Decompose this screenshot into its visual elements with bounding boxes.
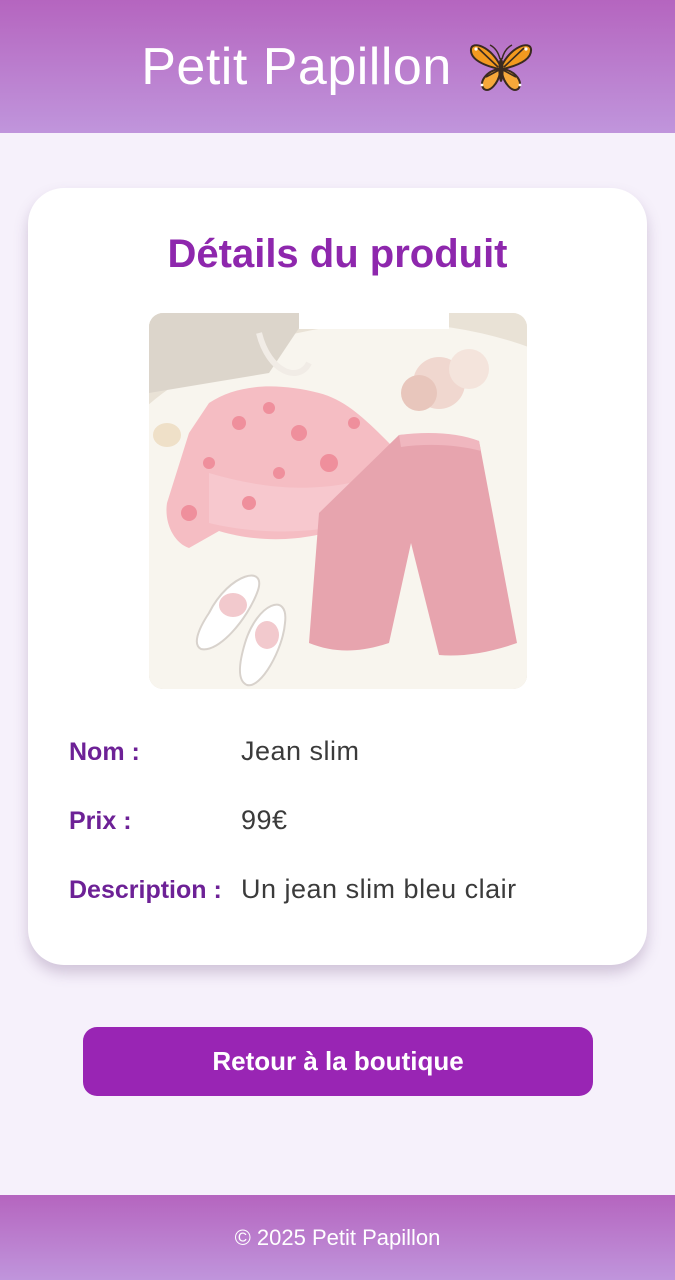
butterfly-icon <box>468 39 534 95</box>
description-label: Description : <box>69 876 222 904</box>
product-details-title: Détails du produit <box>167 232 508 276</box>
brand-name: Petit Papillon <box>141 37 452 96</box>
brand: Petit Papillon <box>141 37 534 97</box>
description-value: Un jean slim bleu clair <box>241 874 517 904</box>
name-label: Nom : <box>69 738 140 766</box>
footer: © 2025 Petit Papillon <box>0 1195 675 1280</box>
back-to-shop-button[interactable]: Retour à la boutique <box>83 1027 593 1096</box>
price-label: Prix : <box>69 807 132 835</box>
price-value: 99€ <box>241 805 288 835</box>
name-value: Jean slim <box>241 736 360 766</box>
app-header: Petit Papillon <box>0 0 675 133</box>
copyright-text: © 2025 Petit Papillon <box>234 1224 441 1250</box>
product-image <box>149 313 527 689</box>
